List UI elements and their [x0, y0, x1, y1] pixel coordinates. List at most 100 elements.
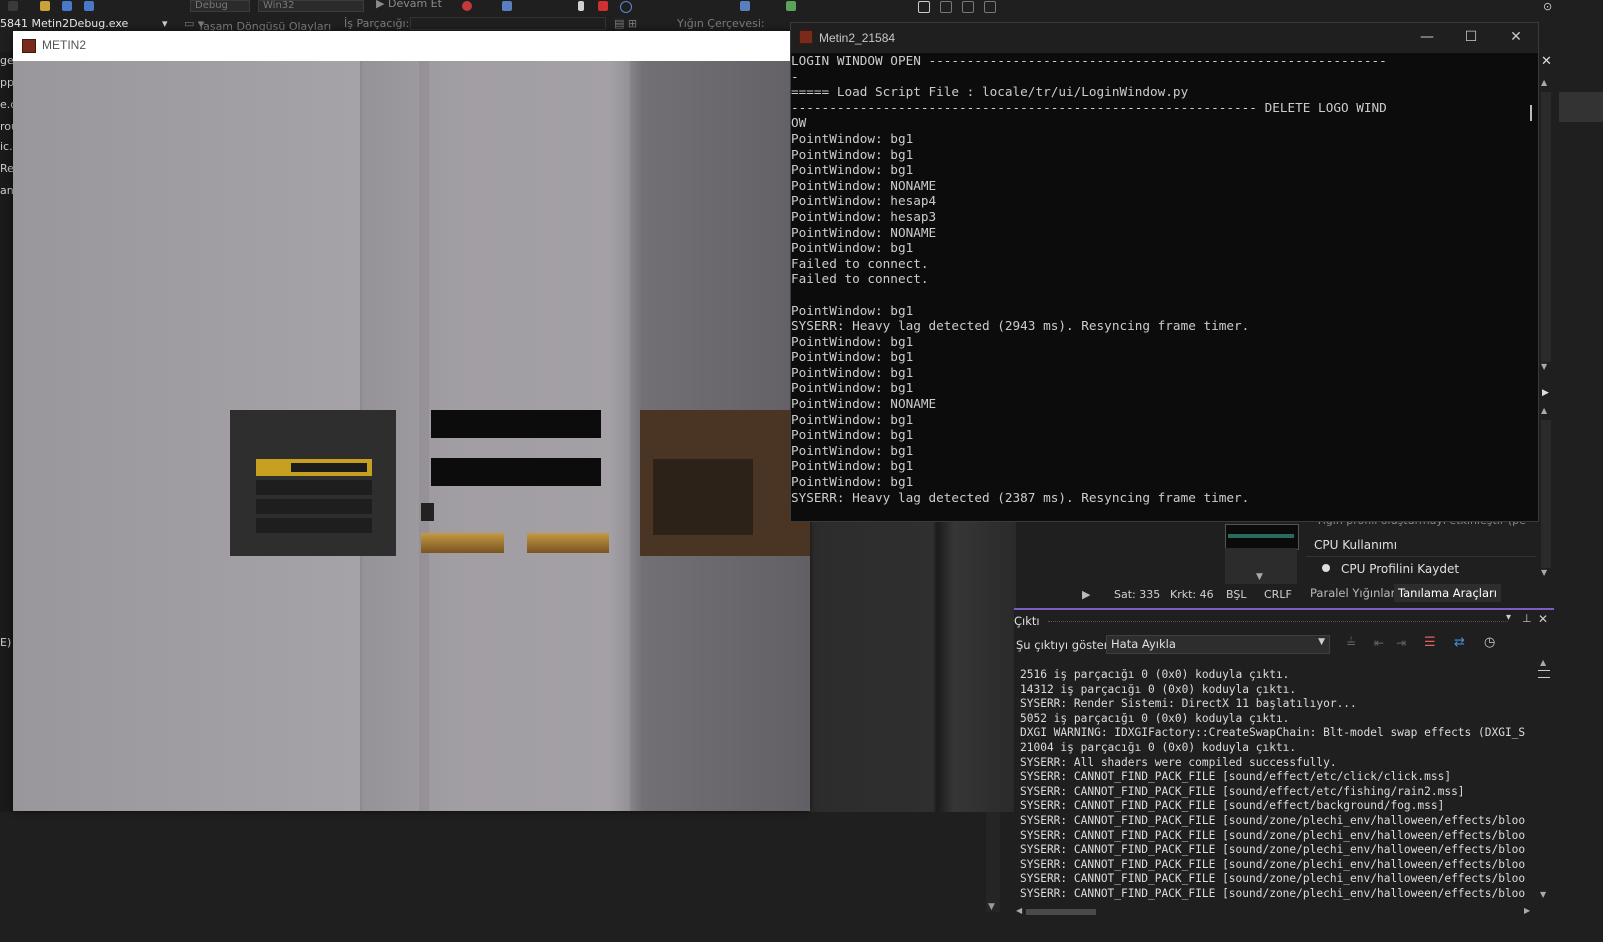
console-window[interactable]: Metin2_21584 — ☐ ✕ LOGIN WINDOW OPEN ---… [790, 22, 1539, 522]
find-message-icon[interactable]: ≟ [1346, 636, 1356, 650]
server-item[interactable] [256, 480, 372, 495]
lifecycle-events[interactable]: ▭ Yaşam Döngüsü Olayları ▾ [184, 17, 331, 32]
bookmark-prev-icon[interactable] [940, 1, 952, 13]
process-dropdown-icon[interactable]: ▾ [162, 17, 168, 30]
pause-icon[interactable] [578, 1, 584, 11]
panel-scrollbar[interactable] [1541, 420, 1551, 568]
bookmark-next-icon[interactable] [962, 1, 974, 13]
output-title: Çıktı [1014, 614, 1040, 628]
step-icon[interactable] [740, 1, 750, 11]
output-line: SYSERR: CANNOT_FIND_PACK_FILE [sound/zon… [1020, 886, 1526, 900]
clear-all-icon[interactable]: ☰ [1424, 635, 1436, 650]
console-line: PointWindow: bg1 [791, 302, 914, 318]
console-line: PointWindow: bg1 [791, 146, 914, 162]
save-icon[interactable] [62, 1, 72, 11]
dropdown-icon[interactable]: ▾ [1506, 612, 1511, 623]
save-account-checkbox[interactable] [421, 503, 434, 521]
panel-scrollbar[interactable] [1541, 92, 1551, 362]
prev-message-icon[interactable]: ⇤ [1374, 636, 1384, 650]
output-line: SYSERR: CANNOT_FIND_PACK_FILE [sound/zon… [1020, 828, 1526, 842]
platform-select[interactable]: Win32 [258, 0, 364, 12]
output-hscrollbar[interactable]: ◀ ▶ [1014, 906, 1534, 920]
game-window-title: METIN2 [42, 38, 87, 52]
expand-right-icon[interactable]: ▶ [1542, 388, 1549, 398]
console-line: Failed to connect. [791, 271, 929, 287]
output-line: SYSERR: CANNOT_FIND_PACK_FILE [sound/eff… [1020, 770, 1452, 784]
column-number[interactable]: Krkt: 46 [1170, 588, 1214, 601]
output-line: SYSERR: Render Sistemi: DirectX 11 başla… [1020, 697, 1357, 711]
open-folder-icon[interactable] [40, 1, 50, 11]
scroll-right-icon[interactable]: ▶ [1082, 588, 1090, 601]
game-titlebar[interactable]: METIN2 [13, 31, 810, 61]
diagnostic-thumbnail[interactable] [1225, 524, 1299, 550]
scroll-down-icon[interactable]: ▼ [988, 902, 995, 912]
stack-icon[interactable]: ▤ ⊞ [614, 17, 637, 30]
left-strip-text: E) [0, 636, 12, 649]
console-scrollbar[interactable] [1528, 53, 1538, 521]
server-item[interactable] [256, 499, 372, 514]
editor-scrollbar[interactable] [986, 812, 1000, 912]
maximize-icon[interactable]: ☐ [1461, 28, 1481, 46]
password-input[interactable] [431, 458, 601, 486]
thumbnail-scroll[interactable] [1225, 548, 1297, 588]
close-icon[interactable]: ✕ [1506, 28, 1526, 46]
username-input[interactable] [431, 410, 601, 438]
cpu-profile-button[interactable]: CPU Profilini Kaydet [1341, 562, 1459, 576]
server-item[interactable] [256, 518, 372, 533]
new-item-icon[interactable] [8, 1, 18, 11]
console-line: PointWindow: bg1 [791, 458, 914, 474]
scroll-up-icon[interactable]: ▲ [1541, 78, 1553, 88]
status-bar: ▶ Sat: 335 Krkt: 46 BŞL CRLF [1016, 584, 1306, 606]
vs-toolbar: Debug Win32 ▶ Devam Et [0, 0, 1603, 14]
scroll-down-icon[interactable]: ▼ [1541, 568, 1547, 577]
login-button[interactable] [421, 533, 504, 553]
line-endings[interactable]: CRLF [1264, 588, 1292, 601]
check-icon[interactable] [786, 1, 796, 11]
debug-icon[interactable] [502, 1, 512, 11]
console-line: PointWindow: bg1 [791, 442, 914, 458]
bookmark-clear-icon[interactable] [984, 1, 996, 13]
tab-parallel-stacks[interactable]: Paralel Yığınlar [1310, 586, 1395, 600]
tab-diagnostic-tools[interactable]: Tanılama Araçları [1394, 584, 1501, 602]
exit-button[interactable] [527, 533, 609, 553]
timestamp-icon[interactable]: ◷ [1484, 635, 1495, 650]
game-window[interactable]: METIN2 [13, 31, 810, 811]
next-message-icon[interactable]: ⇥ [1396, 636, 1406, 650]
console-output[interactable]: LOGIN WINDOW OPEN ----------------------… [791, 53, 1526, 521]
breakpoint-icon[interactable] [462, 1, 472, 11]
restart-icon[interactable] [620, 1, 632, 13]
cpu-usage-label: CPU Kullanımı [1314, 538, 1398, 552]
line-number[interactable]: Sat: 335 [1114, 588, 1160, 601]
output-line: SYSERR: CANNOT_FIND_PACK_FILE [sound/zon… [1020, 813, 1526, 827]
game-canvas[interactable] [13, 61, 810, 811]
close-icon[interactable]: ✕ [1541, 54, 1552, 69]
stop-icon[interactable] [598, 1, 608, 11]
output-text[interactable]: 2516 iş parçacığı 0 (0x0) koduyla çıktı.… [1020, 668, 1535, 908]
minimap-slice [1559, 92, 1603, 122]
left-strip-text: e.c [0, 98, 14, 111]
insert-mode[interactable]: BŞL [1226, 588, 1246, 601]
account-icon[interactable]: ⊙ [1543, 0, 1552, 13]
continue-button[interactable]: ▶ Devam Et [376, 0, 442, 10]
config-select[interactable]: Debug [190, 0, 250, 12]
output-vscrollbar[interactable]: ▲ ▼ [1536, 658, 1552, 908]
process-select[interactable]: 5841 Metin2Debug.exe [0, 17, 128, 30]
output-source-select[interactable]: Hata Ayıkla ▼ [1106, 635, 1330, 654]
word-wrap-icon[interactable]: ⇄ [1454, 635, 1465, 650]
output-line: SYSERR: CANNOT_FIND_PACK_FILE [sound/zon… [1020, 872, 1526, 886]
thread-select[interactable] [410, 17, 606, 30]
pin-icon[interactable]: ⊥ [1522, 612, 1532, 625]
close-icon[interactable]: ✕ [1538, 612, 1548, 626]
record-icon [1322, 564, 1330, 572]
scroll-up-icon[interactable]: ▲ [1541, 406, 1547, 415]
minimize-icon[interactable]: — [1417, 28, 1437, 46]
output-line: SYSERR: CANNOT_FIND_PACK_FILE [sound/zon… [1020, 843, 1526, 857]
metin2-app-icon [22, 39, 36, 53]
chevron-down-icon[interactable]: ▼ [1256, 572, 1263, 582]
save-all-icon[interactable] [84, 1, 94, 11]
console-titlebar[interactable]: Metin2_21584 — ☐ ✕ [791, 23, 1538, 53]
console-line: ----------------------------------------… [791, 99, 1387, 115]
scroll-down-icon[interactable]: ▼ [1541, 362, 1547, 371]
console-line: SYSERR: Heavy lag detected (2387 ms). Re… [791, 489, 1250, 505]
bookmark-icon[interactable] [918, 1, 930, 13]
